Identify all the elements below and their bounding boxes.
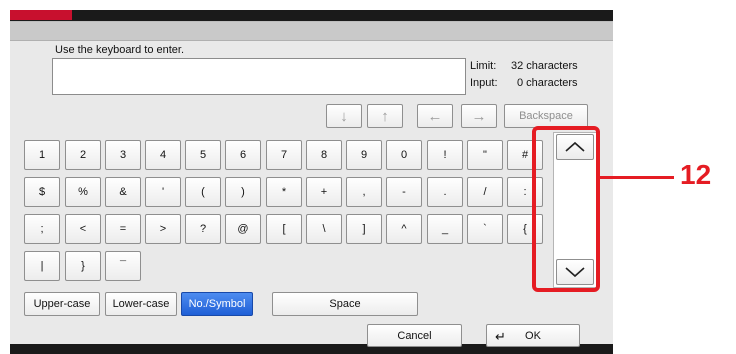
- char-key[interactable]: #: [507, 140, 543, 170]
- char-key[interactable]: :: [507, 177, 543, 207]
- input-label: Input:: [470, 77, 498, 89]
- char-key[interactable]: \: [306, 214, 342, 244]
- char-key[interactable]: $: [24, 177, 60, 207]
- number-symbol-button[interactable]: No./Symbol: [181, 292, 253, 316]
- char-key[interactable]: ^: [386, 214, 422, 244]
- char-key[interactable]: [: [266, 214, 302, 244]
- char-key[interactable]: (: [185, 177, 221, 207]
- ok-label: OK: [525, 329, 541, 342]
- prompt-text: Use the keyboard to enter.: [55, 44, 185, 56]
- char-key[interactable]: ): [225, 177, 261, 207]
- scroll-down-button[interactable]: [556, 259, 594, 285]
- callout-line: [600, 176, 674, 179]
- callout-number: 12: [680, 159, 712, 190]
- lower-case-button[interactable]: Lower-case: [105, 292, 177, 316]
- char-key[interactable]: =: [105, 214, 141, 244]
- cursor-up-button[interactable]: ↑: [367, 104, 403, 128]
- char-key[interactable]: ]: [346, 214, 382, 244]
- char-key[interactable]: 7: [266, 140, 302, 170]
- arrow-left-icon: ←: [427, 107, 443, 125]
- ok-button[interactable]: ↵ OK: [486, 324, 580, 347]
- char-key[interactable]: ;: [24, 214, 60, 244]
- input-value: 0 characters: [517, 77, 578, 89]
- chevron-up-icon: [565, 141, 585, 152]
- char-key[interactable]: *: [266, 177, 302, 207]
- char-key[interactable]: 3: [105, 140, 141, 170]
- backspace-button[interactable]: Backspace: [504, 104, 588, 128]
- char-key[interactable]: &: [105, 177, 141, 207]
- upper-case-button[interactable]: Upper-case: [24, 292, 100, 316]
- text-input-field[interactable]: [52, 58, 466, 95]
- char-key[interactable]: ?: [185, 214, 221, 244]
- keyboard-panel: Use the keyboard to enter. Limit: 32 cha…: [10, 21, 613, 344]
- cursor-right-button[interactable]: →: [461, 104, 497, 128]
- char-key[interactable]: ¯: [105, 251, 141, 281]
- char-key[interactable]: 9: [346, 140, 382, 170]
- char-key[interactable]: %: [65, 177, 101, 207]
- arrow-up-icon: ↑: [381, 107, 389, 125]
- char-key[interactable]: ': [145, 177, 181, 207]
- char-key[interactable]: }: [65, 251, 101, 281]
- char-key[interactable]: +: [306, 177, 342, 207]
- char-key[interactable]: 1: [24, 140, 60, 170]
- char-key[interactable]: /: [467, 177, 503, 207]
- scroll-up-button[interactable]: [556, 134, 594, 160]
- char-key[interactable]: _: [427, 214, 463, 244]
- space-button[interactable]: Space: [272, 292, 418, 316]
- char-key[interactable]: |: [24, 251, 60, 281]
- char-key[interactable]: 6: [225, 140, 261, 170]
- char-key[interactable]: 8: [306, 140, 342, 170]
- char-key[interactable]: 4: [145, 140, 181, 170]
- arrow-down-icon: ↓: [340, 107, 348, 125]
- title-bar: [10, 22, 613, 41]
- char-key[interactable]: `: [467, 214, 503, 244]
- char-key[interactable]: @: [225, 214, 261, 244]
- char-key[interactable]: {: [507, 214, 543, 244]
- char-key[interactable]: -: [386, 177, 422, 207]
- cursor-left-button[interactable]: ←: [417, 104, 453, 128]
- char-key[interactable]: ,: [346, 177, 382, 207]
- char-key[interactable]: ": [467, 140, 503, 170]
- char-key[interactable]: .: [427, 177, 463, 207]
- chevron-down-icon: [565, 267, 585, 278]
- char-key[interactable]: 2: [65, 140, 101, 170]
- limit-value: 32 characters: [511, 60, 578, 72]
- char-key[interactable]: !: [427, 140, 463, 170]
- char-key[interactable]: >: [145, 214, 181, 244]
- header-accent: [10, 10, 72, 20]
- char-key[interactable]: 5: [185, 140, 221, 170]
- cancel-button[interactable]: Cancel: [367, 324, 462, 347]
- char-key[interactable]: 0: [386, 140, 422, 170]
- arrow-right-icon: →: [471, 107, 487, 125]
- limit-label: Limit:: [470, 60, 497, 72]
- enter-icon: ↵: [495, 329, 506, 344]
- cursor-down-button[interactable]: ↓: [326, 104, 362, 128]
- char-key[interactable]: <: [65, 214, 101, 244]
